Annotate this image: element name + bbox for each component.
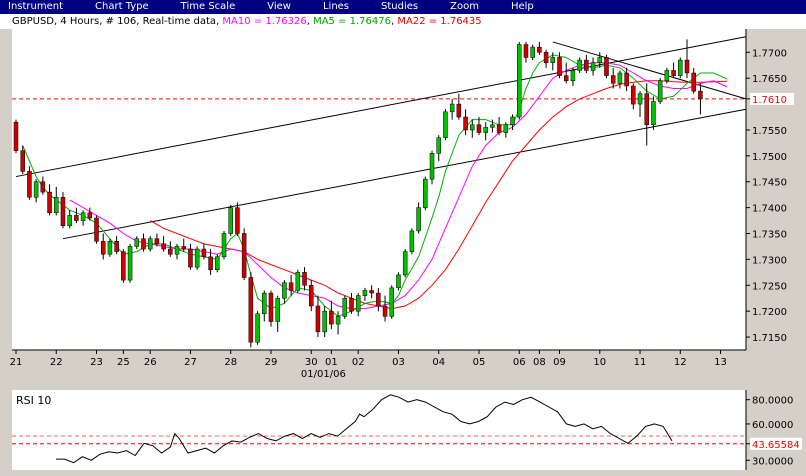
candle (60, 192, 66, 229)
rsi-y-tick-label: 43.65584 (752, 440, 800, 451)
ma10-readout: MA10 = 1.76326 (222, 16, 307, 27)
menu-instrument[interactable]: Instrument (0, 0, 69, 14)
candle (402, 249, 408, 278)
price-y-tick-label: 1.7250 (752, 281, 787, 292)
candle (94, 215, 99, 244)
candle (678, 57, 683, 79)
x-tick-label: 27 (184, 357, 197, 368)
candle (443, 109, 448, 141)
x-tick-label: 10 (593, 357, 606, 368)
candle (604, 54, 609, 79)
x-tick-label: 06 (513, 357, 526, 368)
candle (268, 290, 274, 327)
rsi-y-axis: 80.0000 60.0000 43.65584 30.0000 (745, 390, 802, 470)
data-mode-label: Real-time data (142, 16, 217, 27)
candle (27, 166, 32, 200)
candle (127, 243, 133, 283)
menu-view[interactable]: View (261, 0, 297, 14)
symbol-label: GBPUSD (12, 16, 55, 27)
price-chart[interactable]: 1.7700 1.7650 1.7610 1.7550 1.7500 1.7450 1.74… (0, 29, 806, 384)
instrument-info-bar: GBPUSD, 4 Hours, # 106, Real-time data, … (0, 14, 806, 29)
candle (255, 311, 260, 345)
menu-bar: Instrument Chart Type Time Scale View Li… (0, 0, 806, 14)
candle (121, 249, 126, 283)
x-date-sublabel: 01/01/06 (301, 369, 346, 380)
candle (396, 272, 401, 291)
candle (215, 254, 220, 273)
x-tick-label: 22 (50, 357, 63, 368)
interval-label: 4 Hours (60, 16, 100, 27)
candle (651, 96, 656, 130)
x-tick-label: 11 (634, 357, 647, 368)
price-y-tick-label: 1.7610 (752, 95, 787, 106)
x-tick-label: 02 (352, 357, 365, 368)
rsi-y-tick-label: 80.0000 (752, 396, 793, 407)
candle (194, 246, 200, 270)
ma5-readout: MA5 = 1.76476 (313, 16, 391, 27)
time-x-axis: 21 22 23 25 26 27 28 29 30 01 02 03 04 05 06 08 09 10 11 12… (10, 350, 727, 380)
x-tick-label: 21 (10, 357, 23, 368)
x-tick-label: 13 (714, 357, 727, 368)
price-y-tick-label: 1.7200 (752, 307, 787, 318)
candle (228, 205, 233, 237)
candle (423, 176, 428, 211)
x-tick-label: 08 (533, 357, 546, 368)
candle (221, 230, 227, 260)
menu-zoom[interactable]: Zoom (444, 0, 485, 14)
rsi-title: RSI 10 (16, 394, 51, 407)
price-y-tick-label: 1.7350 (752, 230, 787, 241)
rsi-y-tick-label: 30.0000 (752, 456, 793, 467)
candle (241, 228, 247, 281)
candle (235, 202, 240, 237)
x-tick-label: 01 (325, 357, 338, 368)
candle (342, 295, 348, 319)
price-y-tick-label: 1.7150 (752, 333, 787, 344)
price-y-tick-label: 1.7450 (752, 178, 787, 189)
candle (517, 41, 522, 120)
ma22-readout: MA22 = 1.76435 (397, 16, 482, 27)
menu-time-scale[interactable]: Time Scale (175, 0, 242, 14)
candle (13, 119, 19, 154)
price-y-tick-label: 1.7700 (752, 48, 787, 59)
x-tick-label: 28 (224, 357, 237, 368)
bar-count-label: # 106 (105, 16, 137, 27)
candle (107, 238, 113, 257)
price-y-tick-label: 1.7400 (752, 204, 787, 215)
rsi-y-tick-label: 60.0000 (752, 420, 793, 431)
x-tick-label: 12 (674, 357, 687, 368)
menu-help[interactable]: Help (505, 0, 540, 14)
candle (248, 272, 254, 348)
candle (389, 285, 395, 319)
x-tick-label: 05 (473, 357, 486, 368)
x-tick-label: 25 (117, 357, 130, 368)
price-y-tick-label: 1.7500 (752, 152, 787, 163)
x-tick-label: 03 (392, 357, 405, 368)
x-tick-label: 23 (90, 357, 103, 368)
x-tick-label: 26 (144, 357, 157, 368)
candle (657, 78, 663, 105)
candle (429, 150, 435, 185)
x-tick-label: 30 (305, 357, 318, 368)
candle (295, 269, 301, 294)
x-tick-label: 29 (265, 357, 278, 368)
price-y-tick-label: 1.7300 (752, 255, 787, 266)
price-y-tick-label: 1.7650 (752, 74, 787, 85)
price-y-tick-label: 1.7550 (752, 126, 787, 137)
candle (409, 228, 415, 255)
menu-chart-type[interactable]: Chart Type (89, 0, 155, 14)
x-tick-label: 09 (553, 357, 566, 368)
menu-studies[interactable]: Studies (375, 0, 424, 14)
x-tick-label: 04 (432, 357, 445, 368)
menu-lines[interactable]: Lines (317, 0, 355, 14)
rsi-chart[interactable]: RSI 10 80.0000 60.0000 43.65584 30.0000 (0, 384, 806, 476)
